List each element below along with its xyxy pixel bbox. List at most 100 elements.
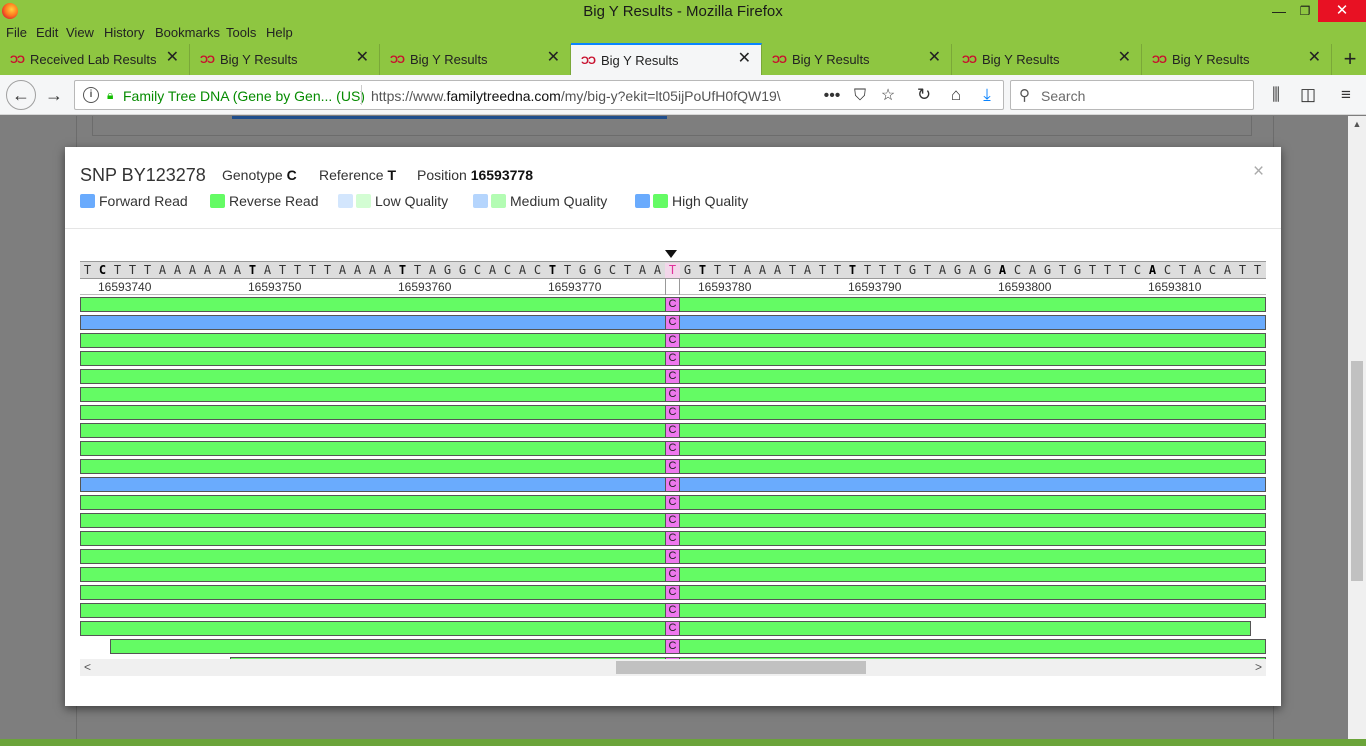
reference-base: T xyxy=(788,263,797,277)
url-separator xyxy=(361,85,362,105)
ftdna-favicon-icon: ƆƆ xyxy=(10,54,25,66)
legend-label: Low Quality xyxy=(375,193,449,209)
page-scroll-thumb[interactable] xyxy=(1351,361,1363,581)
reference-base: T xyxy=(398,263,407,277)
reference-base: T xyxy=(1058,263,1067,277)
reference-base: C xyxy=(503,263,512,277)
read-alignment-viewer[interactable]: TCTTTAAAAAATATTTTAAAATTAGGCACACTTGGCTAAT… xyxy=(80,261,1266,677)
close-modal-icon[interactable]: × xyxy=(1253,161,1264,183)
snp-position-marker-icon xyxy=(665,250,677,258)
menu-help[interactable]: Help xyxy=(266,25,293,40)
lock-icon: 🔒︎ xyxy=(107,88,114,102)
reference-base: G xyxy=(683,263,692,277)
close-tab-icon[interactable]: ✕ xyxy=(928,49,941,67)
reference-base: A xyxy=(203,263,212,277)
tab-big-y-results[interactable]: ƆƆ Big Y Results ✕ xyxy=(1142,44,1332,75)
reference-base: A xyxy=(518,263,527,277)
menu-view[interactable]: View xyxy=(66,25,94,40)
tab-received-lab-results[interactable]: ƆƆ Received Lab Results ✕ xyxy=(0,44,190,75)
reference-base: A xyxy=(1223,263,1232,277)
reference-base-snp: T xyxy=(665,263,680,278)
reload-icon[interactable]: ↻ xyxy=(912,83,936,107)
downloads-icon[interactable]: ⤓ xyxy=(975,83,999,107)
close-tab-icon[interactable]: ✕ xyxy=(1308,49,1321,67)
background-bar xyxy=(232,116,667,119)
scroll-right-icon[interactable]: > xyxy=(1255,660,1262,674)
ftdna-favicon-icon: ƆƆ xyxy=(1152,54,1167,66)
sidebar-icon[interactable]: ◫ xyxy=(1296,83,1320,107)
tab-big-y-results-active[interactable]: ƆƆ Big Y Results ✕ xyxy=(571,43,762,75)
reference-base: A xyxy=(1193,263,1202,277)
bookmark-star-icon[interactable]: ☆ xyxy=(877,86,899,106)
base-call: C xyxy=(665,297,680,312)
search-icon: ⚲ xyxy=(1019,87,1030,104)
reference-base: A xyxy=(173,263,182,277)
menu-tools[interactable]: Tools xyxy=(226,25,256,40)
menu-file[interactable]: File xyxy=(6,25,27,40)
scroll-up-icon[interactable]: ▲ xyxy=(1352,119,1362,129)
reference-base: T xyxy=(623,263,632,277)
page-vertical-scrollbar[interactable]: ▲ xyxy=(1348,116,1366,739)
close-tab-icon[interactable]: ✕ xyxy=(356,49,369,67)
reference-base: T xyxy=(248,263,257,277)
close-tab-icon[interactable]: ✕ xyxy=(166,49,179,67)
reference-base: A xyxy=(653,263,662,277)
reference-base: A xyxy=(188,263,197,277)
viewer-horizontal-scrollbar[interactable]: < > xyxy=(80,659,1266,676)
reference-base: C xyxy=(1013,263,1022,277)
url-bar[interactable]: i 🔒︎ Family Tree DNA (Gene by Gen... (US… xyxy=(74,80,1004,110)
reference-base: T xyxy=(833,263,842,277)
menu-bookmarks[interactable]: Bookmarks xyxy=(155,25,220,40)
reference-base: G xyxy=(953,263,962,277)
forward-button[interactable]: → xyxy=(42,83,66,107)
base-call: C xyxy=(665,621,680,636)
base-call: C xyxy=(665,603,680,618)
reference-base: A xyxy=(998,263,1007,277)
tab-big-y-results[interactable]: ƆƆ Big Y Results ✕ xyxy=(952,44,1142,75)
reference-base: A xyxy=(218,263,227,277)
tab-big-y-results[interactable]: ƆƆ Big Y Results ✕ xyxy=(190,44,380,75)
tab-label: Big Y Results xyxy=(982,52,1060,67)
back-button[interactable]: ← xyxy=(6,80,36,110)
viewer-scroll-thumb[interactable] xyxy=(616,661,866,674)
menu-history[interactable]: History xyxy=(104,25,144,40)
close-tab-icon[interactable]: ✕ xyxy=(1118,49,1131,67)
menu-edit[interactable]: Edit xyxy=(36,25,58,40)
new-tab-button[interactable]: + xyxy=(1336,45,1364,73)
reference-base: T xyxy=(128,263,137,277)
base-call: C xyxy=(665,387,680,402)
base-call: C xyxy=(665,441,680,456)
position-label: 16593790 xyxy=(848,280,902,294)
reference-base: T xyxy=(1253,263,1262,277)
reference-base: A xyxy=(1148,263,1157,277)
site-identity[interactable]: Family Tree DNA (Gene by Gen... (US) xyxy=(123,88,365,104)
reference-info: Reference T xyxy=(319,167,397,183)
page-actions-icon[interactable]: ••• xyxy=(821,86,843,106)
tab-big-y-results[interactable]: ƆƆ Big Y Results ✕ xyxy=(762,44,952,75)
reference-base: T xyxy=(1103,263,1112,277)
reference-base: G xyxy=(983,263,992,277)
close-window-button[interactable]: ✕ xyxy=(1318,0,1366,22)
base-call: C xyxy=(665,351,680,366)
reference-base: A xyxy=(488,263,497,277)
tab-big-y-results[interactable]: ƆƆ Big Y Results ✕ xyxy=(380,44,571,75)
base-call: C xyxy=(665,531,680,546)
close-tab-icon[interactable]: ✕ xyxy=(738,50,751,68)
reference-base: T xyxy=(848,263,857,277)
legend-swatch xyxy=(210,194,225,208)
menu-hamburger-icon[interactable]: ≡ xyxy=(1334,83,1358,107)
reference-base: T xyxy=(728,263,737,277)
search-box[interactable]: ⚲ Search xyxy=(1010,80,1254,110)
reference-base: A xyxy=(938,263,947,277)
reference-base: A xyxy=(233,263,242,277)
reference-base: A xyxy=(338,263,347,277)
info-icon[interactable]: i xyxy=(83,87,99,103)
window-title: Big Y Results - Mozilla Firefox xyxy=(583,3,783,20)
home-icon[interactable]: ⌂ xyxy=(944,83,968,107)
url-text[interactable]: https://www.familytreedna.com/my/big-y?e… xyxy=(371,88,791,104)
scroll-left-icon[interactable]: < xyxy=(84,660,91,674)
pocket-icon[interactable]: ⛉ xyxy=(849,86,871,106)
base-call: C xyxy=(665,585,680,600)
library-icon[interactable]: ⫼ xyxy=(1264,83,1288,107)
close-tab-icon[interactable]: ✕ xyxy=(547,49,560,67)
